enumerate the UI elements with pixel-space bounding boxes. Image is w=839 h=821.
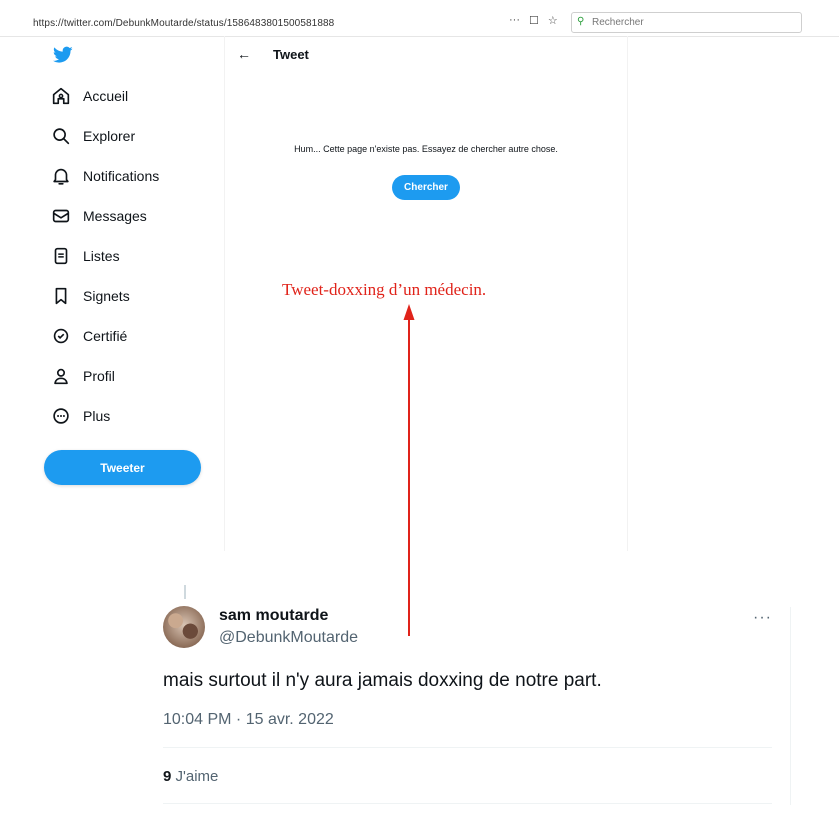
verified-icon	[53, 328, 69, 344]
url-actions: ··· ☐ ☆	[509, 14, 558, 27]
sidebar-item-plus[interactable]: Plus	[50, 404, 110, 428]
divider	[163, 803, 772, 804]
pocket-icon[interactable]: ☐	[529, 14, 539, 27]
sidebar-item-listes[interactable]: Listes	[50, 244, 120, 268]
home-icon	[52, 87, 70, 105]
tweet-text: mais surtout il n'y aura jamais doxxing …	[163, 670, 602, 691]
sidebar-item-label: Notifications	[83, 168, 160, 184]
back-arrow-icon[interactable]: ←	[237, 46, 251, 62]
sidebar-item-signets[interactable]: Signets	[50, 284, 130, 308]
annotation-label: Tweet-doxxing d’un médecin.	[282, 280, 487, 299]
sidebar-item-label: Messages	[83, 208, 147, 224]
tweet-button[interactable]: Tweeter	[44, 450, 201, 485]
page-actions-icon[interactable]: ···	[509, 14, 520, 27]
sidebar-item-label: Explorer	[83, 128, 136, 144]
thread-line	[184, 585, 186, 599]
divider	[163, 747, 772, 748]
sidebar-item-label: Accueil	[83, 88, 129, 104]
search-icon	[53, 128, 70, 145]
not-found-message: Hum... Cette page n'existe pas. Essayez …	[294, 144, 558, 154]
sidebar-item-accueil[interactable]: Accueil	[50, 84, 128, 108]
sidebar-item-notifications[interactable]: Notifications	[50, 164, 159, 188]
search-engine-icon: ⚲	[577, 16, 585, 27]
avatar[interactable]	[163, 606, 205, 648]
url-field[interactable]: https://twitter.com/DebunkMoutarde/statu…	[33, 18, 334, 29]
sidebar-item-label: Certifié	[83, 328, 128, 344]
browser-toolbar: https://twitter.com/DebunkMoutarde/statu…	[0, 0, 839, 37]
sidebar-item-certifie[interactable]: Certifié	[50, 324, 127, 348]
likes-count[interactable]: 9 J'aime	[163, 768, 218, 785]
sidebar-item-profil[interactable]: Profil	[50, 364, 115, 388]
page-title: Tweet	[273, 47, 309, 62]
sidebar-item-label: Profil	[83, 368, 115, 384]
bell-icon	[53, 168, 69, 185]
list-icon	[54, 247, 68, 265]
author-name[interactable]: sam moutarde	[219, 607, 328, 625]
person-icon	[54, 368, 68, 385]
more-circle-icon	[53, 408, 69, 424]
more-options-icon[interactable]: ···	[753, 609, 772, 627]
browser-search-placeholder: Rechercher	[592, 17, 644, 28]
sidebar-item-label: Plus	[83, 408, 111, 424]
bookmark-star-icon[interactable]: ☆	[548, 14, 558, 27]
sidebar-item-label: Signets	[83, 288, 130, 304]
sidebar-item-messages[interactable]: Messages	[50, 204, 147, 228]
likes-number: 9	[163, 768, 172, 785]
sidebar-item-label: Listes	[83, 248, 120, 264]
sidebar-item-explorer[interactable]: Explorer	[50, 124, 135, 148]
search-button[interactable]: Chercher	[392, 175, 460, 200]
likes-label: J'aime	[175, 768, 219, 785]
author-handle[interactable]: @DebunkMoutarde	[219, 629, 358, 647]
tweet-timestamp[interactable]: 10:04 PM · 15 avr. 2022	[163, 711, 334, 729]
envelope-icon	[52, 209, 70, 223]
sidebar: Accueil Explorer Notifications Messages …	[0, 36, 224, 556]
twitter-logo-icon[interactable]	[53, 46, 73, 64]
browser-search-input[interactable]: ⚲ Rechercher	[571, 12, 802, 33]
tweet-card: sam moutarde @DebunkMoutarde ··· mais su…	[150, 585, 791, 821]
column-border	[790, 607, 791, 805]
bookmark-icon	[55, 287, 67, 305]
